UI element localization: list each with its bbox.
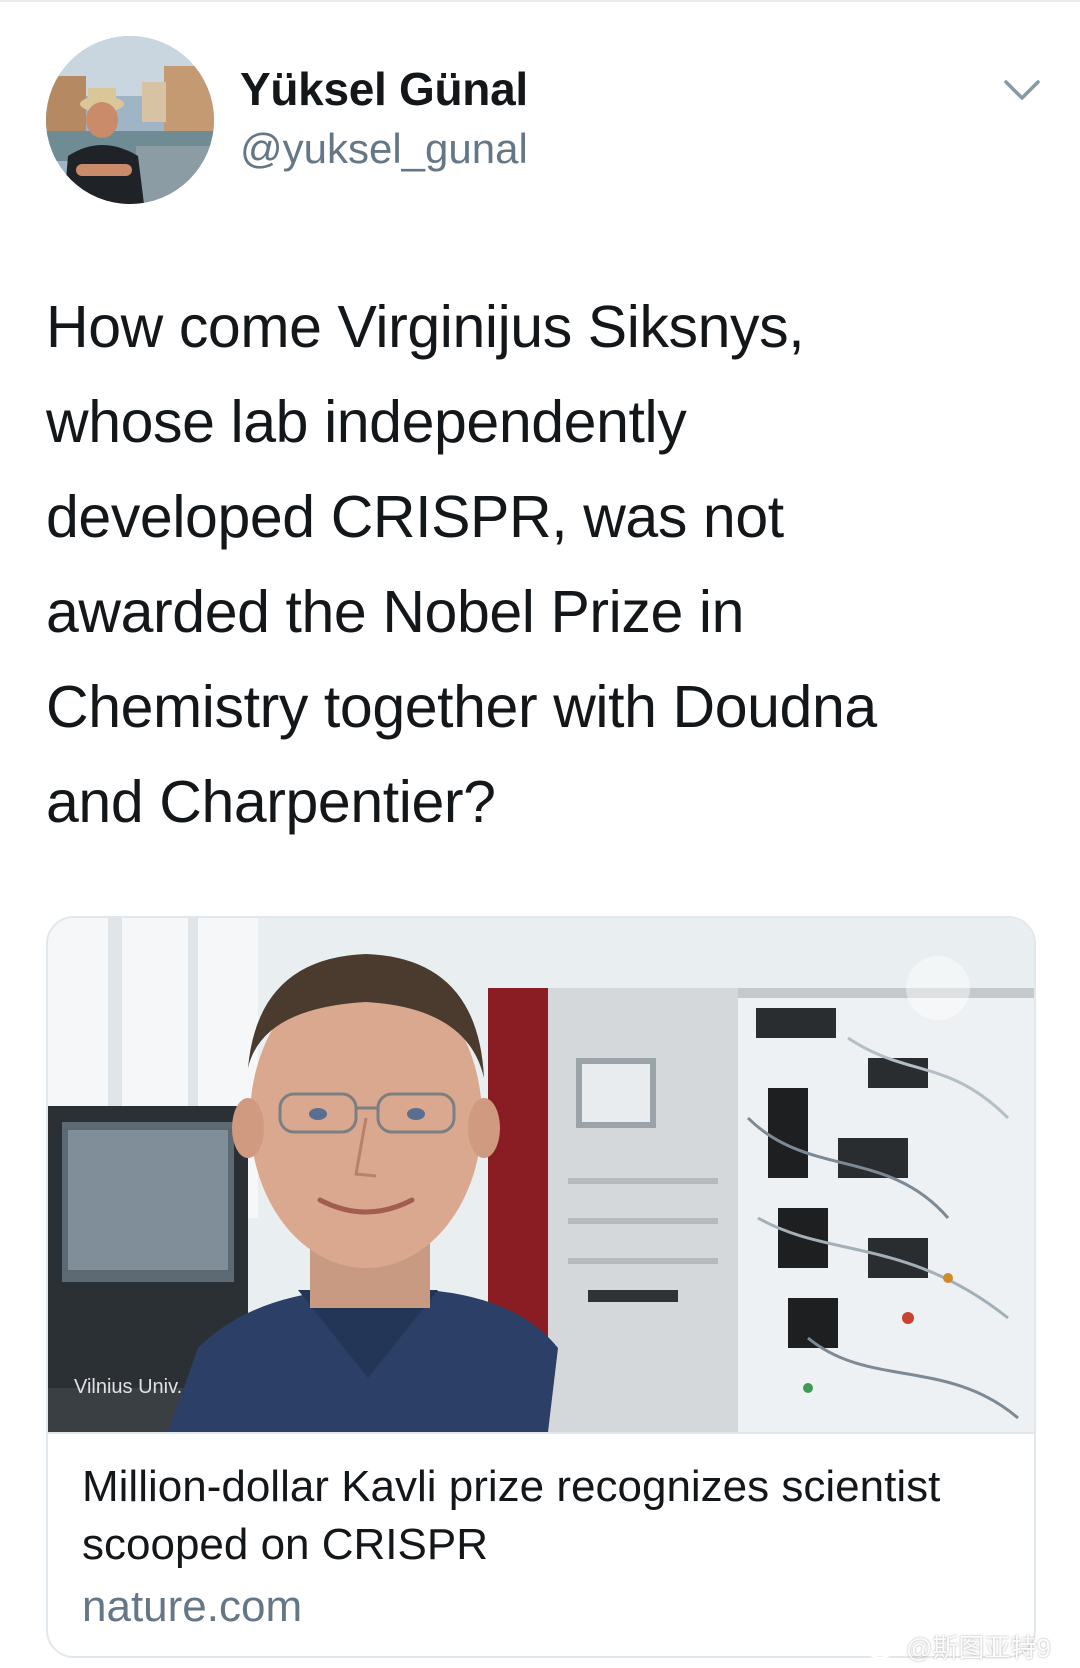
author-handle[interactable]: @yuksel_gunal	[240, 125, 528, 173]
tweet-text: How come Virginijus Siksnys, whose lab i…	[46, 294, 877, 835]
weibo-logo-icon	[866, 1634, 898, 1660]
card-domain[interactable]: nature.com	[82, 1582, 302, 1632]
card-title[interactable]: Million-dollar Kavli prize recognizes sc…	[82, 1458, 1002, 1574]
avatar-photo	[46, 36, 214, 204]
avatar[interactable]	[46, 36, 214, 204]
card-divider	[48, 1432, 1034, 1434]
chevron-down-icon[interactable]	[1002, 78, 1042, 104]
link-card[interactable]: Vilnius Univ. Million-dollar Kavli prize…	[46, 916, 1036, 1658]
watermark-text: @斯图亚特9	[906, 1632, 1051, 1663]
tweet-page: Yüksel Günal @yuksel_gunal How come Virg…	[0, 0, 1080, 1668]
author-name[interactable]: Yüksel Günal	[240, 62, 528, 116]
top-divider	[0, 0, 1080, 2]
weibo-watermark: @斯图亚特9	[866, 1628, 1051, 1664]
card-image[interactable]: Vilnius Univ.	[48, 918, 1034, 1432]
image-credit: Vilnius Univ.	[74, 1376, 183, 1398]
